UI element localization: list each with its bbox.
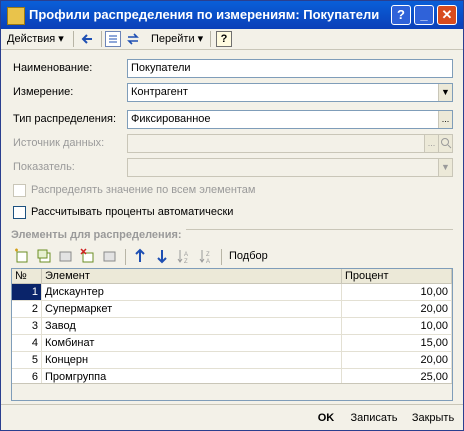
elements-section-title: Элементы для распределения: <box>11 229 186 241</box>
svg-text:Z: Z <box>206 252 210 258</box>
add-copy-icon[interactable] <box>35 247 53 265</box>
horizontal-scrollbar[interactable] <box>12 383 452 400</box>
data-source-label: Источник данных: <box>13 137 105 149</box>
row-number: 1 <box>12 284 42 300</box>
row-percent: 10,00 <box>342 318 452 334</box>
chevron-down-icon: ▾ <box>58 33 64 45</box>
toolbar-separator <box>210 31 211 47</box>
close-window-button[interactable]: ✕ <box>437 5 457 25</box>
toolbar-separator <box>73 31 74 47</box>
title-bar[interactable]: Профили распределения по измерениям: Пок… <box>1 1 463 29</box>
dimension-label: Измерение: <box>13 86 74 98</box>
column-header-element[interactable]: Элемент <box>42 269 342 284</box>
name-field[interactable]: Покупатели <box>127 59 453 78</box>
table-row[interactable]: 5 Концерн 20,00 <box>12 352 452 369</box>
dimension-value: Контрагент <box>131 86 188 98</box>
save-button[interactable]: Записать <box>347 409 401 427</box>
row-element: Комбинат <box>42 335 342 351</box>
svg-text:A: A <box>184 252 188 258</box>
ok-button[interactable]: OK <box>311 409 341 427</box>
toolbar: Действия ▾ Перейти ▾ ? <box>1 29 463 50</box>
distribution-type-field[interactable]: Фиксированное ... <box>127 110 453 129</box>
actions-menu[interactable]: Действия ▾ <box>7 29 64 49</box>
row-number: 4 <box>12 335 42 351</box>
help-icon[interactable]: ? <box>216 31 232 47</box>
end-edit-icon[interactable] <box>101 247 119 265</box>
add-row-icon[interactable] <box>13 247 31 265</box>
window-title: Профили распределения по измерениям: Пок… <box>29 7 380 22</box>
indicator-dropdown-button[interactable]: ▼ <box>438 159 452 176</box>
name-label: Наименование: <box>13 62 93 74</box>
window: Профили распределения по измерениям: Пок… <box>0 0 464 431</box>
pick-button[interactable]: Подбор <box>229 250 268 262</box>
edit-row-icon[interactable] <box>57 247 75 265</box>
row-percent: 20,00 <box>342 352 452 368</box>
elements-table[interactable]: № Элемент Процент 1 Дискаунтер 10,00 2 С… <box>11 268 453 401</box>
distribution-type-label: Тип распределения: <box>13 113 117 125</box>
column-header-number[interactable]: № <box>12 269 42 284</box>
table-row[interactable]: 1 Дискаунтер 10,00 <box>12 284 452 301</box>
toolbar-separator <box>101 31 102 47</box>
dimension-field[interactable]: Контрагент ▼ <box>127 83 453 102</box>
structure-icon[interactable] <box>105 31 121 47</box>
column-header-percent[interactable]: Процент <box>342 269 452 284</box>
back-arrow-icon[interactable] <box>79 31 95 47</box>
row-percent: 15,00 <box>342 335 452 351</box>
table-row[interactable]: 3 Завод 10,00 <box>12 318 452 335</box>
distribution-type-value: Фиксированное <box>131 113 211 125</box>
row-element: Супермаркет <box>42 301 342 317</box>
table-row[interactable]: 2 Супермаркет 20,00 <box>12 301 452 318</box>
delete-row-icon[interactable] <box>79 247 97 265</box>
grid-toolbar-separator <box>125 249 126 265</box>
app-icon <box>7 7 25 25</box>
sort-desc-icon[interactable]: ZA <box>197 247 215 265</box>
row-number: 5 <box>12 352 42 368</box>
svg-text:A: A <box>206 259 210 265</box>
data-source-select-button[interactable]: ... <box>424 135 438 152</box>
table-row[interactable]: 4 Комбинат 15,00 <box>12 335 452 352</box>
svg-text:Z: Z <box>184 259 188 265</box>
auto-percent-checkbox[interactable] <box>13 206 26 219</box>
row-percent: 20,00 <box>342 301 452 317</box>
indicator-field[interactable]: ▼ <box>127 158 453 177</box>
row-element: Завод <box>42 318 342 334</box>
row-number: 2 <box>12 301 42 317</box>
auto-percent-label: Рассчитывать проценты автоматически <box>31 206 234 218</box>
close-button[interactable]: Закрыть <box>407 409 459 427</box>
dimension-dropdown-button[interactable]: ▼ <box>438 84 452 101</box>
dialog-footer: OK Записать Закрыть <box>1 404 463 431</box>
distribute-all-checkbox[interactable] <box>13 184 26 197</box>
elements-section-divider: Элементы для распределения: <box>11 229 453 241</box>
minimize-button[interactable]: _ <box>414 5 434 25</box>
indicator-label: Показатель: <box>13 161 75 173</box>
row-element: Дискаунтер <box>42 284 342 300</box>
goto-menu[interactable]: Перейти ▾ <box>151 29 203 49</box>
grid-toolbar-separator <box>221 249 222 265</box>
distribute-all-label: Распределять значение по всем элементам <box>31 184 256 196</box>
row-element: Концерн <box>42 352 342 368</box>
help-title-button[interactable]: ? <box>391 5 411 25</box>
sort-asc-icon[interactable]: AZ <box>175 247 193 265</box>
row-number: 3 <box>12 318 42 334</box>
actions-label: Действия <box>7 33 56 45</box>
search-icon[interactable] <box>438 135 452 152</box>
data-source-field[interactable]: ... <box>127 134 453 153</box>
row-percent: 10,00 <box>342 284 452 300</box>
move-down-icon[interactable] <box>153 247 171 265</box>
distribution-type-select-button[interactable]: ... <box>438 111 452 128</box>
chevron-down-icon: ▾ <box>197 33 204 45</box>
move-up-icon[interactable] <box>131 247 149 265</box>
sync-arrows-icon[interactable] <box>125 31 141 47</box>
goto-label: Перейти <box>151 33 195 45</box>
